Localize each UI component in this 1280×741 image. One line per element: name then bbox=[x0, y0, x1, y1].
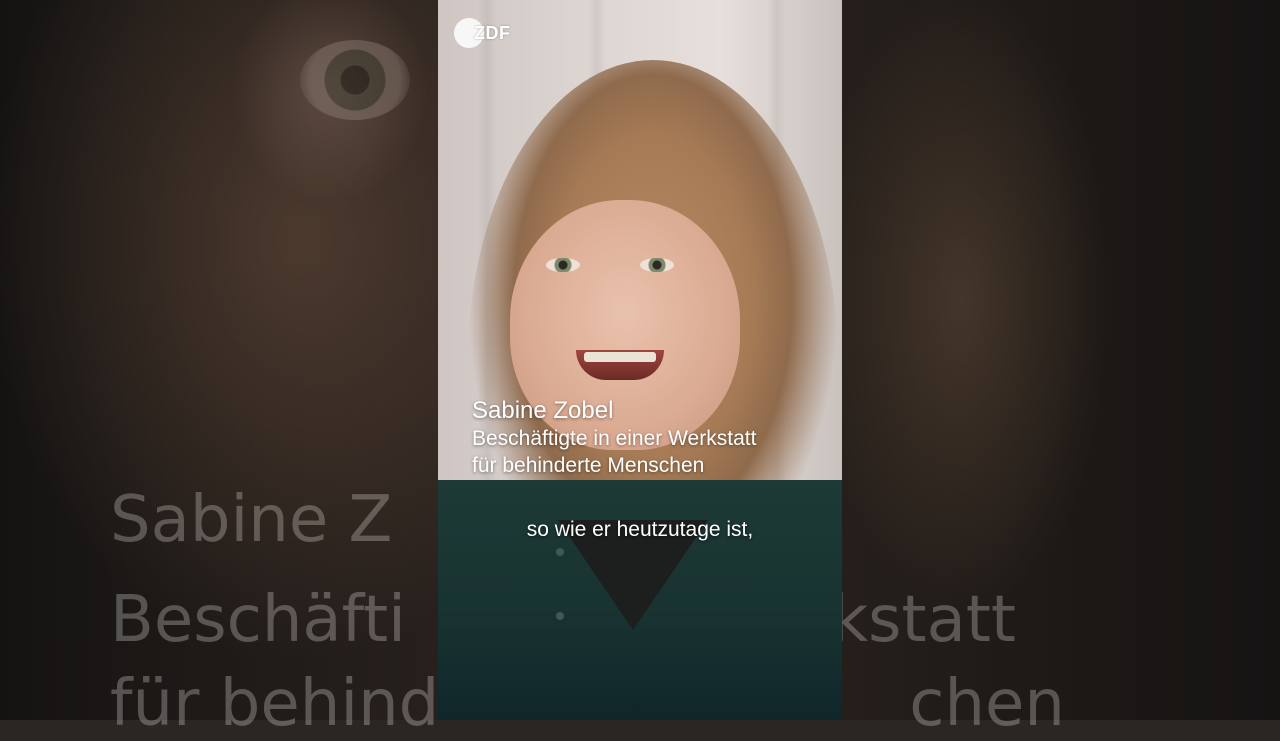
video-frame[interactable] bbox=[438, 0, 842, 720]
speaker-name: Sabine Zobel bbox=[472, 397, 614, 424]
logo-text: ZDF bbox=[474, 22, 511, 43]
lower-third: Sabine Zobel Beschäftigte in einer Werks… bbox=[472, 397, 756, 479]
background-role-left: Beschäfti bbox=[110, 583, 406, 657]
zdf-logo: ZDF bbox=[454, 18, 511, 48]
background-role2-left: für behind bbox=[110, 667, 440, 741]
person-mouth bbox=[576, 350, 664, 380]
shirt-button bbox=[556, 548, 564, 556]
speaker-role-line2: für behinderte Menschen bbox=[472, 454, 705, 477]
person-eye-left bbox=[546, 258, 580, 272]
shirt-button bbox=[556, 612, 564, 620]
speaker-role-line1: Beschäftigte in einer Werkstatt bbox=[472, 427, 757, 450]
background-role2-right: chen bbox=[909, 667, 1065, 741]
subtitle-caption: so wie er heutzutage ist, bbox=[526, 518, 754, 541]
person-eye-right bbox=[640, 258, 674, 272]
person-teeth bbox=[584, 352, 656, 362]
